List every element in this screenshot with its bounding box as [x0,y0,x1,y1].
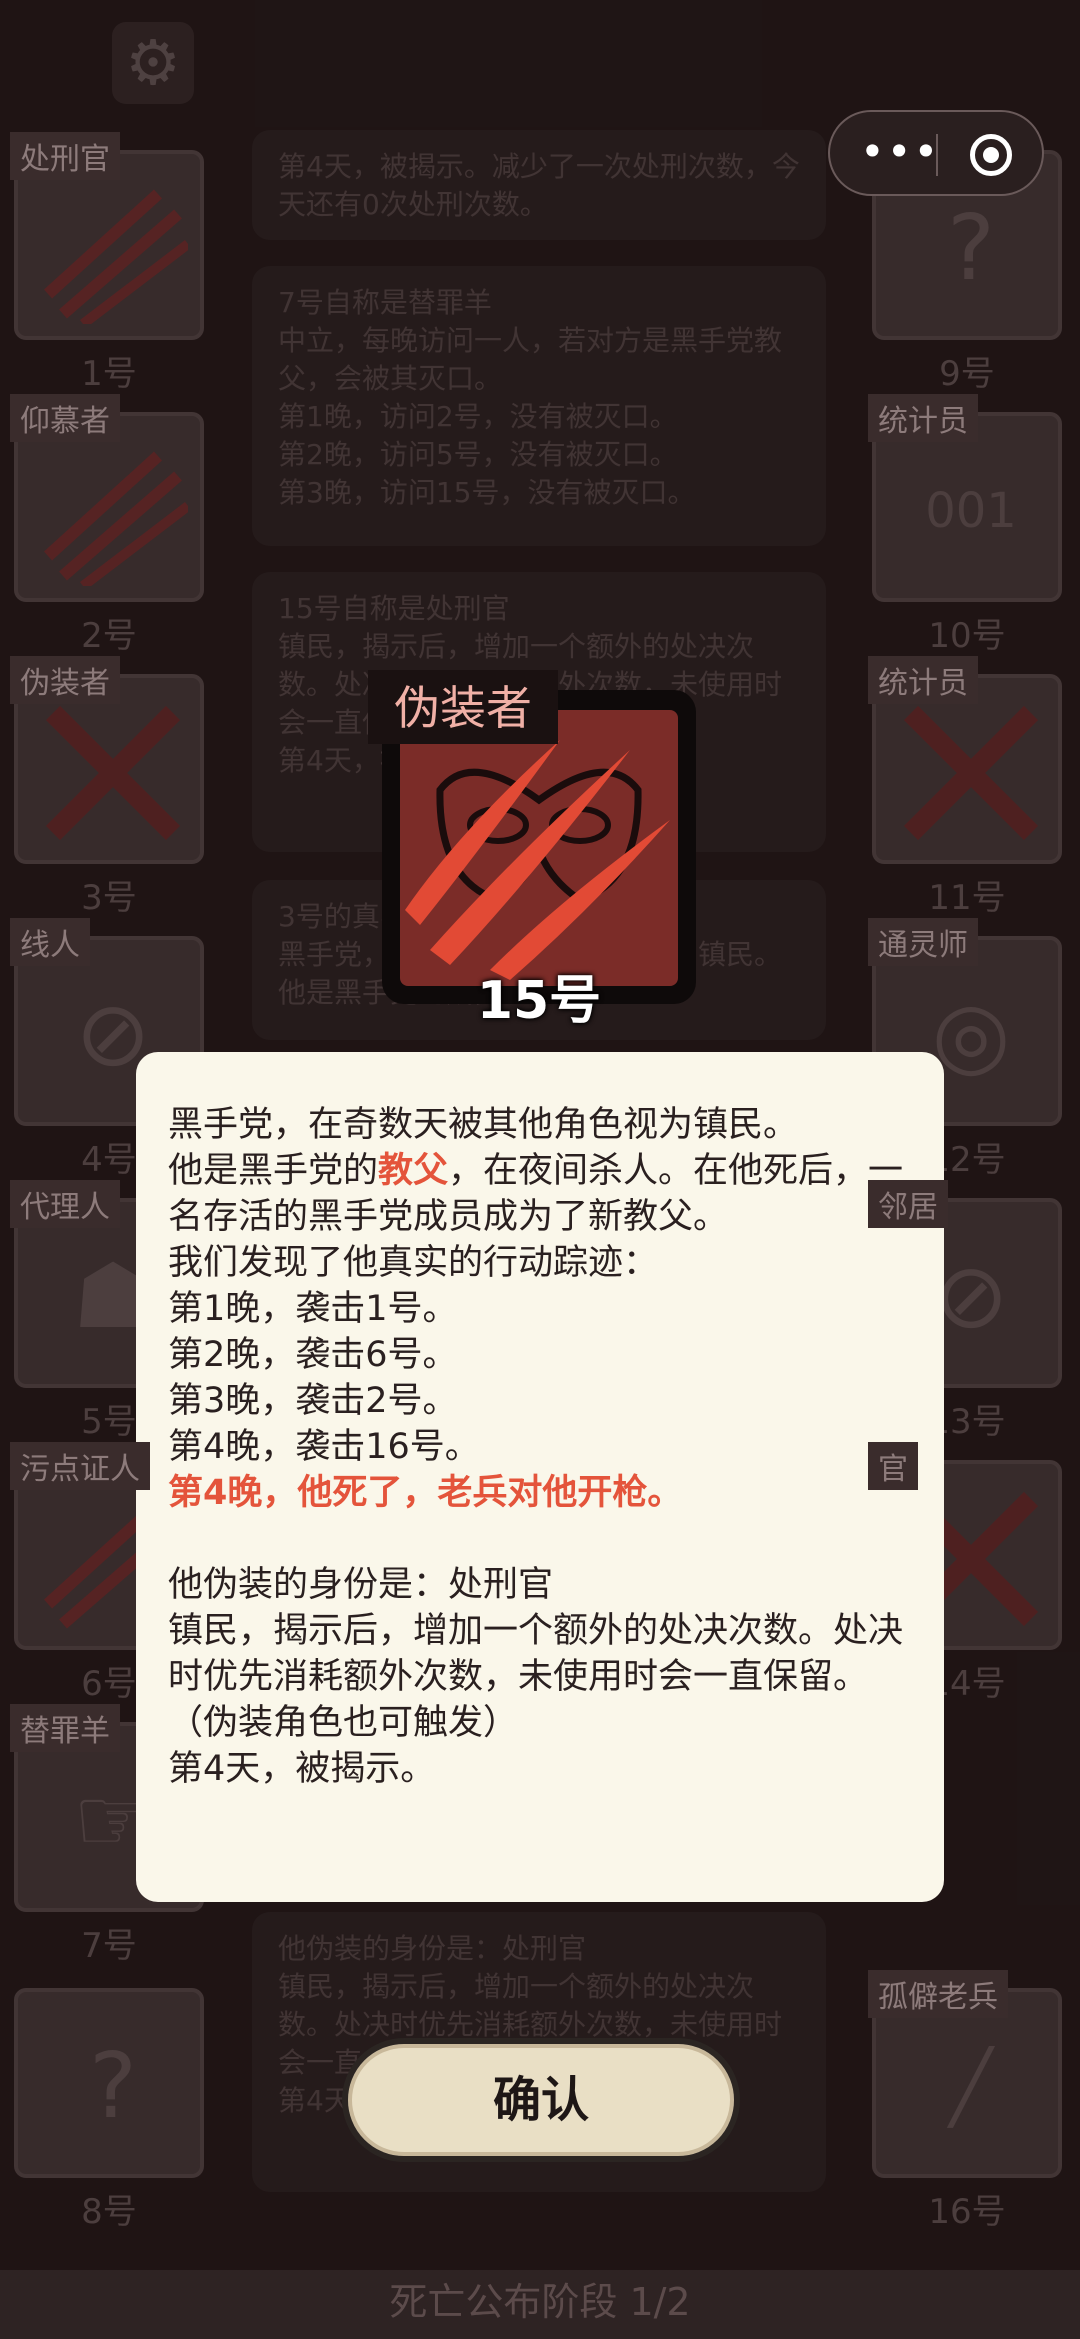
more-menu-button[interactable]: ••• [860,112,938,198]
dialog-line: 黑手党，在奇数天被其他角色视为镇民。 [168,1105,799,1145]
role-portrait [400,710,678,986]
seat-role-label: 线人 [10,918,90,966]
death-cause-line: 第4晚，他死了，老兵对他开枪。 [168,1473,683,1513]
claw-mark-icon [405,740,670,980]
seat-role-label: 污点证人 [10,1442,150,1490]
dialog-line: 我们发现了他真实的行动踪迹： [168,1243,659,1283]
dialog-line: 他是黑手党的教父，在夜间杀人。在他死后，一名存活的黑手党成员成为了新教父。 [168,1148,914,1240]
capsule-divider [936,134,938,176]
confirm-button[interactable]: 确认 [342,2038,740,2162]
revealed-role-name: 伪装者 [368,670,558,744]
dialog-line: 第3晚，袭击2号。 [168,1381,458,1421]
miniprogram-capsule: ••• [828,110,1044,196]
dialog-line: 他伪装的身份是：处刑官 [168,1565,554,1605]
seat-role-label: 替罪羊 [10,1704,120,1752]
godfather-highlight: 教父 [378,1151,449,1191]
phase-indicator: 死亡公布阶段 1/2 [0,2270,1080,2339]
close-miniprogram-icon[interactable] [970,134,1012,176]
dialog-line: 第2晚，袭击6号。 [168,1335,458,1375]
seat-role-label: 孤僻老兵 [868,1970,1008,2018]
dialog-line: 第1晚，袭击1号。 [168,1289,458,1329]
revealed-role-card: 伪装者 15号 [368,670,696,1031]
dialog-text: 他是黑手党的 [168,1151,379,1191]
seat-role-label: 代理人 [10,1180,120,1228]
dialog-line: 镇民，揭示后，增加一个额外的处决次数。处决时优先消耗额外次数，未使用时会一直保留… [168,1611,904,1743]
seat-role-label: 邻居 [868,1180,948,1228]
seat-role-label: 通灵师 [868,918,978,966]
revealed-seat-number: 15号 [476,971,602,1031]
dialog-line: 第4晚，袭击16号。 [168,1427,480,1467]
seat-role-label: 统计员 [868,394,978,442]
seat-role-label: 伪装者 [10,656,120,704]
seat-role-label: 仰慕者 [10,394,120,442]
death-announcement-dialog: 黑手党，在奇数天被其他角色视为镇民。 他是黑手党的教父，在夜间杀人。在他死后，一… [136,1052,944,1902]
seat-role-label: 处刑官 [10,132,120,180]
seat-role-label: 官 [868,1442,918,1490]
dialog-line: 第4天，被揭示。 [168,1749,436,1789]
seat-role-label: 统计员 [868,656,978,704]
